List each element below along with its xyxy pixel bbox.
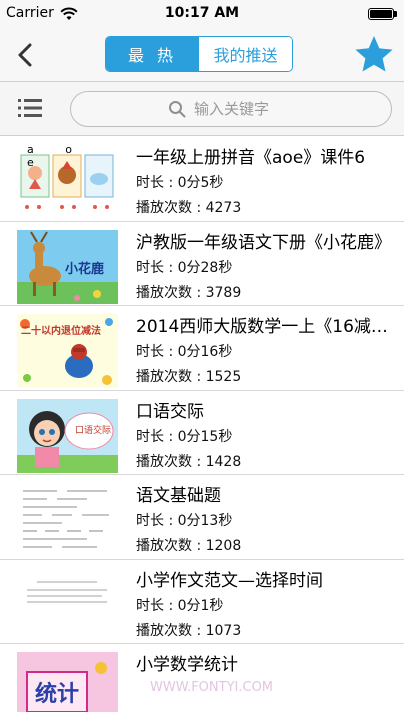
thumbnail-label: a o e (27, 145, 86, 169)
status-bar: Carrier 10:17 AM (0, 0, 404, 28)
item-duration: 时长 : 0分16秒 (136, 344, 233, 360)
search-box[interactable] (70, 91, 392, 127)
list-item[interactable]: 小学作文范文—选择时间 时长 : 0分1秒 播放次数 : 1073 (0, 560, 404, 644)
thumbnail-label: 小花鹿 (65, 261, 105, 277)
list-item[interactable]: 统计 小学数学统计 (0, 644, 404, 712)
clock: 10:17 AM (164, 5, 240, 21)
search-icon (169, 101, 186, 118)
battery-tip (394, 11, 397, 17)
item-title: 2014西师大版数学一上《16减几》 (136, 317, 392, 337)
item-play-count: 播放次数 : 1428 (136, 453, 242, 470)
item-play-count: 播放次数 : 1208 (136, 538, 242, 554)
tab-my-push[interactable]: 我的推送 (199, 37, 292, 71)
item-play-count: 播放次数 : 4273 (136, 200, 242, 216)
item-duration: 时长 : 0分13秒 (136, 513, 233, 529)
segmented-control: 最 热 我的推送 (105, 36, 293, 72)
item-title: 口语交际 (136, 401, 204, 422)
thumbnail: a o e (17, 145, 118, 219)
item-title: 沪教版一年级语文下册《小花鹿》 (136, 232, 391, 253)
battery-icon (368, 8, 394, 20)
back-button[interactable] (12, 40, 40, 70)
item-duration: 时长 : 0分28秒 (136, 259, 233, 276)
item-duration: 时长 : 0分5秒 (136, 175, 224, 191)
item-title: 小学数学统计 (136, 655, 238, 675)
list-icon (18, 99, 42, 117)
thumbnail: 口语交际 (17, 398, 118, 473)
thumbnail-label: 统计 (35, 682, 80, 707)
thumbnail: 二十以内退位减法 (17, 314, 118, 388)
menu-button[interactable] (18, 98, 42, 118)
thumbnail-label: 口语交际 (75, 425, 112, 436)
nav-bar: 最 热 我的推送 (0, 28, 404, 82)
item-duration: 时长 : 0分15秒 (136, 428, 233, 445)
item-play-count: 播放次数 : 1525 (136, 369, 242, 385)
thumbnail: 统计 (17, 652, 118, 712)
item-title: 一年级上册拼音《aoe》课件6 (136, 148, 366, 168)
item-play-count: 播放次数 : 3789 (136, 284, 242, 301)
list-item[interactable]: 语文基础题 时长 : 0分13秒 播放次数 : 1208 (0, 475, 404, 560)
thumbnail (17, 483, 118, 557)
chevron-left-icon (18, 43, 32, 67)
thumbnail (17, 567, 118, 642)
list-item[interactable]: 二十以内退位减法 2014西师大版数学一上《16减几》 时长 : 0分16秒 播… (0, 306, 404, 391)
item-title: 语文基础题 (136, 486, 221, 506)
favorite-button[interactable] (354, 34, 394, 74)
list-item[interactable]: 小花鹿 沪教版一年级语文下册《小花鹿》 时长 : 0分28秒 播放次数 : 37… (0, 222, 404, 306)
search-input[interactable] (194, 100, 294, 118)
tab-hottest[interactable]: 最 热 (106, 37, 199, 71)
video-list: a o e 一年级上册拼音《aoe》课件6 时长 : 0分5秒 播放次数 : 4… (0, 137, 404, 712)
thumbnail-label: 二十以内退位减法 (21, 326, 101, 337)
watermark: WWW.FONTYI.COM (150, 680, 274, 695)
search-row (0, 82, 404, 136)
item-duration: 时长 : 0分1秒 (136, 597, 224, 614)
list-item[interactable]: a o e 一年级上册拼音《aoe》课件6 时长 : 0分5秒 播放次数 : 4… (0, 137, 404, 222)
thumbnail: 小花鹿 (17, 229, 118, 304)
star-icon (355, 36, 393, 72)
item-title: 小学作文范文—选择时间 (136, 570, 323, 591)
list-item[interactable]: 口语交际 口语交际 时长 : 0分15秒 播放次数 : 1428 (0, 391, 404, 475)
item-play-count: 播放次数 : 1073 (136, 622, 242, 639)
